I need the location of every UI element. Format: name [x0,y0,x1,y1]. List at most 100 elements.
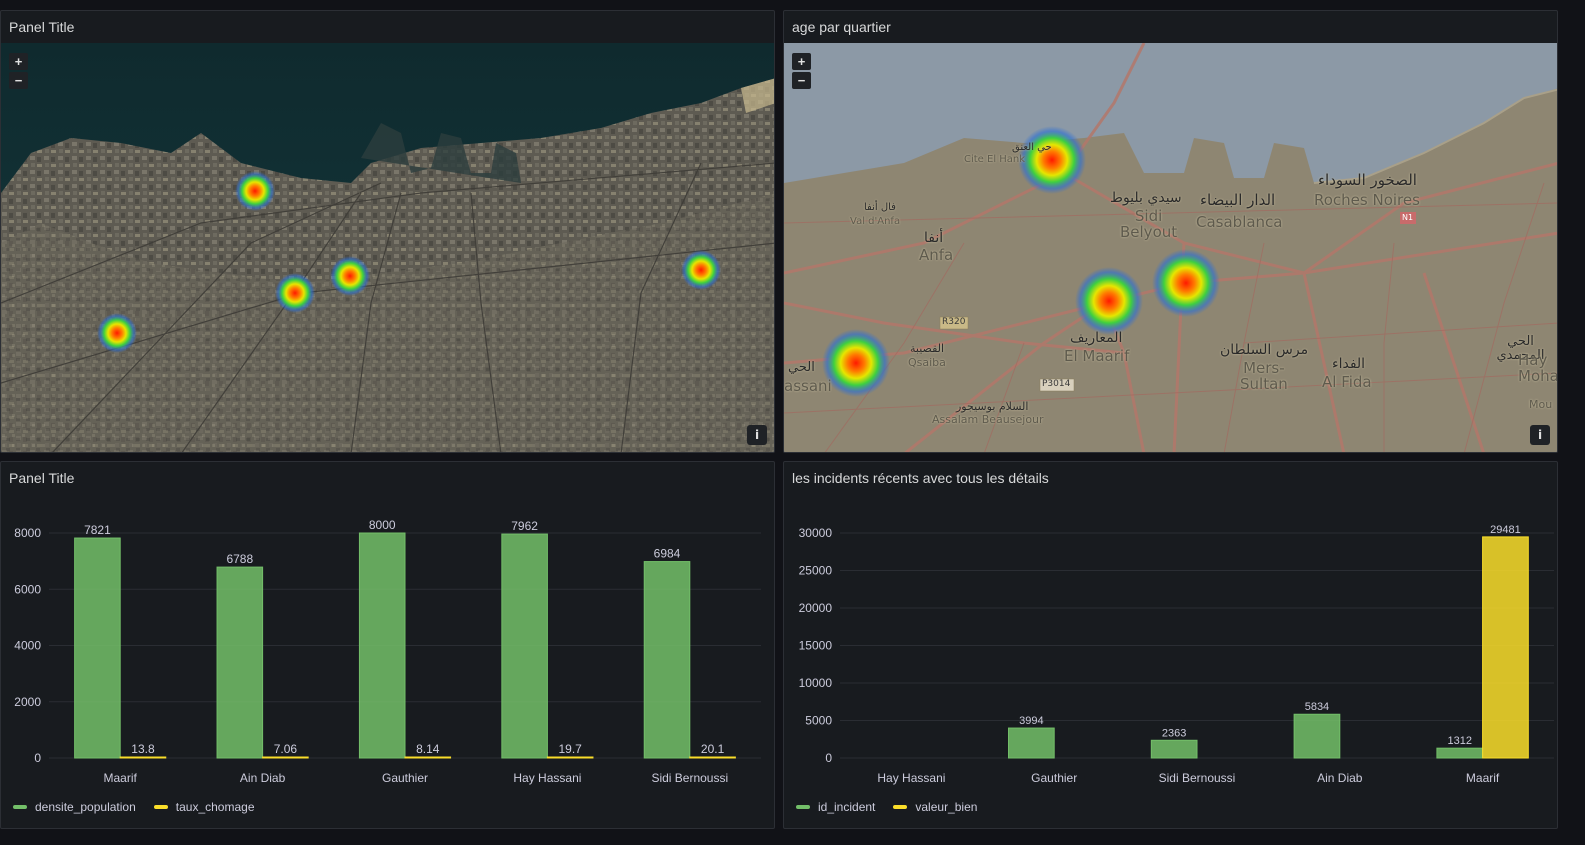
chart-legend: densite_population taux_chomage [13,800,255,814]
panel-title[interactable]: les incidents récents avec tous les déta… [784,462,1557,494]
bar-value-label: 6788 [226,552,253,566]
map-label: Casablanca [1196,213,1283,231]
bar [1293,713,1341,759]
map-label: مرس السلطان [1220,342,1309,358]
zoom-out-button[interactable]: − [9,72,28,89]
satellite-map-canvas [1,43,774,452]
y-tick-label: 10000 [799,676,833,690]
zoom-controls: + − [9,53,28,89]
legend-label: id_incident [818,800,876,814]
satellite-map-panel: Panel Title + − i [0,10,775,453]
heatmap-point [1018,126,1086,194]
map-label: Al Fida [1322,373,1372,391]
heatmap-point [275,273,315,313]
heatmap-point [330,256,370,296]
heatmap-point [1075,267,1143,335]
y-tick-label: 5000 [805,714,832,728]
x-tick-label: Hay Hassani [513,771,581,785]
x-tick-label: Maarif [1466,771,1500,785]
x-tick-label: Hay Hassani [877,771,945,785]
map-label: R320 [942,317,966,327]
legend-swatch [13,805,27,809]
attribution-info-button[interactable]: i [1530,425,1550,445]
bar [1150,739,1198,759]
bar [1008,727,1055,759]
map-label: Mou [1529,398,1553,411]
map-label: السلام بوسيجور [956,400,1029,413]
y-tick-label: 30000 [799,526,833,540]
bar [643,561,691,759]
y-tick-label: 4000 [14,639,41,653]
bar [262,756,309,759]
map-label: الفداء [1332,356,1366,372]
bar-value-label: 1312 [1448,735,1472,747]
zoom-in-button[interactable]: + [9,53,28,70]
map-label: Qsaiba [908,356,946,369]
map-label: Val d'Anfa [850,216,901,227]
bar-chart: 0 5000 10000 15000 20000 25000 30000 Hay Hassan… [784,494,1557,828]
bar [546,756,594,759]
map-label: الصخور السوداء [1318,171,1417,189]
bar [74,537,121,759]
bar [1482,536,1529,759]
legend-item[interactable]: id_incident [796,800,875,814]
bar-value-label: 7821 [84,523,111,537]
legend-item[interactable]: densite_population [13,800,136,814]
panel-title[interactable]: Panel Title [1,11,774,43]
heatmap-point [97,313,137,353]
panel-title[interactable]: age par quartier [784,11,1557,43]
incidents-bar-chart-panel: les incidents récents avec tous les déta… [783,461,1558,829]
map-label: سيدي بليوط [1110,190,1182,206]
y-tick-label: 20000 [799,601,833,615]
heatmap-point [681,250,721,290]
map-label: P3014 [1042,379,1071,389]
zoom-in-button[interactable]: + [792,53,811,70]
bar-chart: 0 2000 4000 6000 8000 7821 13.8 Maarif 6788 7.06 A… [1,494,774,828]
bar [1436,747,1484,759]
attribution-info-button[interactable]: i [747,425,767,445]
legend-swatch [796,805,810,809]
x-tick-label: Gauthier [1031,771,1077,785]
street-map[interactable]: حي العنق Cite El Hank فال أنفا Val d'Anf… [784,43,1557,452]
x-tick-label: Ain Diab [240,771,286,785]
map-label: El Maarif [1064,347,1130,365]
map-label: الحي [788,360,815,375]
x-tick-label: Maarif [104,771,138,785]
map-label: Hay Mohamm [1518,351,1557,385]
legend-swatch [153,805,168,809]
y-tick-label: 6000 [14,582,41,596]
bar [216,566,264,759]
bar-value-label: 7962 [511,519,538,533]
map-label: Sidi Belyout [1120,207,1178,241]
zoom-out-button[interactable]: − [792,72,811,89]
legend-label: densite_population [35,800,136,814]
population-bar-chart-panel: Panel Title 0 2000 4000 6000 8000 7821 13.8 Maa… [0,461,775,829]
satellite-map[interactable]: + − i [1,43,774,452]
street-map-panel: age par quartier حي العنق Cite El Hank ف… [783,10,1558,453]
bar-chart-svg: 0 2000 4000 6000 8000 7821 13.8 Maarif 6788 7.06 A… [14,518,761,785]
x-tick-label: Sidi Bernoussi [1159,771,1236,785]
legend-item[interactable]: taux_chomage [153,800,255,814]
x-tick-label: Ain Diab [1317,771,1363,785]
chart-legend: id_incident valeur_bien [796,800,977,814]
bar-value-label: 2363 [1162,727,1186,739]
y-tick-label: 0 [34,751,41,765]
legend-item[interactable]: valeur_bien [893,800,977,814]
bar-value-label: 3994 [1019,715,1043,727]
panel-title[interactable]: Panel Title [1,462,774,494]
bar-value-label: 20.1 [701,742,725,756]
bar-chart-svg: 0 5000 10000 15000 20000 25000 30000 Hay Hassan… [799,524,1554,785]
bar-value-label: 8000 [369,518,396,532]
legend-swatch [893,805,908,809]
bar [358,532,406,759]
bar [404,756,452,759]
legend-label: taux_chomage [175,800,255,814]
map-label: المعاريف [1070,330,1123,346]
map-label: Assalam Beausejour [932,413,1044,426]
heatmap-point [1152,249,1220,317]
map-label: Roches Noires [1314,191,1420,209]
y-tick-label: 8000 [14,526,41,540]
map-label: القصيبة [910,342,945,355]
map-label: الدار البيضاء [1200,191,1276,209]
y-tick-label: 2000 [14,695,41,709]
